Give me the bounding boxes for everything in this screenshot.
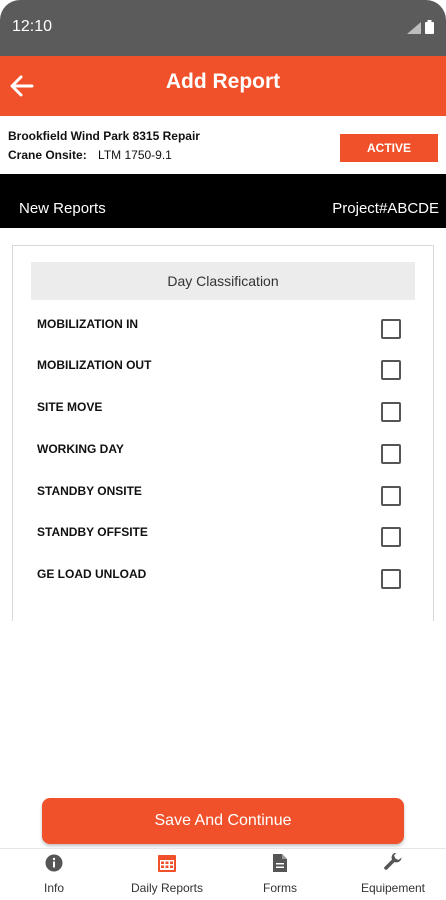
- nav-label-equipement: Equipement: [360, 881, 426, 895]
- project-number: Project#ABCDE: [332, 200, 439, 217]
- calendar-icon: [157, 853, 177, 873]
- mobilization-out-checkbox[interactable]: [381, 360, 401, 380]
- new-reports-label: New Reports: [19, 200, 106, 217]
- standby-onsite-checkbox[interactable]: [381, 486, 401, 506]
- classification-label: WORKING DAY: [37, 442, 124, 456]
- wrench-icon: [383, 853, 403, 873]
- app-bar: Add Report: [0, 56, 446, 116]
- bottom-nav: Info Daily Reports Forms Equipement: [0, 848, 446, 900]
- classification-row-mobilization-in: MOBILIZATION IN: [37, 317, 407, 339]
- document-icon: [272, 853, 288, 873]
- standby-offsite-checkbox[interactable]: [381, 527, 401, 547]
- classification-row-standby-onsite: STANDBY ONSITE: [37, 484, 407, 506]
- day-classification-card: Day Classification MOBILIZATION IN MOBIL…: [12, 245, 434, 621]
- classification-label: STANDBY ONSITE: [37, 484, 142, 498]
- status-badge: ACTIVE: [340, 134, 438, 162]
- nav-label-daily-reports: Daily Reports: [130, 881, 204, 895]
- ge-load-unload-checkbox[interactable]: [381, 569, 401, 589]
- battery-icon: [425, 20, 434, 34]
- nav-item-daily-reports[interactable]: Daily Reports: [117, 849, 217, 900]
- signal-icon: [407, 22, 421, 34]
- mobilization-in-checkbox[interactable]: [381, 319, 401, 339]
- info-icon: [45, 853, 63, 873]
- crane-value: LTM 1750-9.1: [98, 148, 172, 162]
- classification-label: MOBILIZATION OUT: [37, 358, 152, 372]
- nav-label-info: Info: [43, 881, 64, 895]
- status-bar: 12:10: [0, 0, 446, 56]
- classification-label: STANDBY OFFSITE: [37, 525, 148, 539]
- classification-row-standby-offsite: STANDBY OFFSITE: [37, 525, 407, 547]
- project-name: Brookfield Wind Park 8315 Repair: [8, 129, 200, 143]
- day-classification-title: Day Classification: [31, 262, 415, 300]
- classification-row-site-move: SITE MOVE: [37, 400, 407, 422]
- classification-row-mobilization-out: MOBILIZATION OUT: [37, 358, 407, 380]
- nav-item-equipement[interactable]: Equipement: [351, 849, 435, 900]
- nav-item-forms[interactable]: Forms: [250, 849, 310, 900]
- classification-label: MOBILIZATION IN: [37, 317, 139, 331]
- nav-label-forms: Forms: [263, 881, 297, 895]
- status-icons: [407, 20, 434, 34]
- site-move-checkbox[interactable]: [381, 402, 401, 422]
- classification-label: GE LOAD UNLOAD: [37, 567, 147, 581]
- nav-item-info[interactable]: Info: [24, 849, 84, 900]
- crane-row: Crane Onsite: LTM 1750-9.1: [8, 148, 172, 162]
- working-day-checkbox[interactable]: [381, 444, 401, 464]
- page-title: Add Report: [165, 70, 281, 93]
- save-and-continue-button[interactable]: Save And Continue: [42, 798, 404, 844]
- report-subheader: New Reports Project#ABCDE: [0, 174, 446, 228]
- status-time: 12:10: [12, 18, 53, 35]
- classification-label: SITE MOVE: [37, 400, 103, 414]
- classification-row-working-day: WORKING DAY: [37, 442, 407, 464]
- classification-row-ge-load-unload: GE LOAD UNLOAD: [37, 567, 407, 589]
- crane-label: Crane Onsite:: [8, 148, 87, 162]
